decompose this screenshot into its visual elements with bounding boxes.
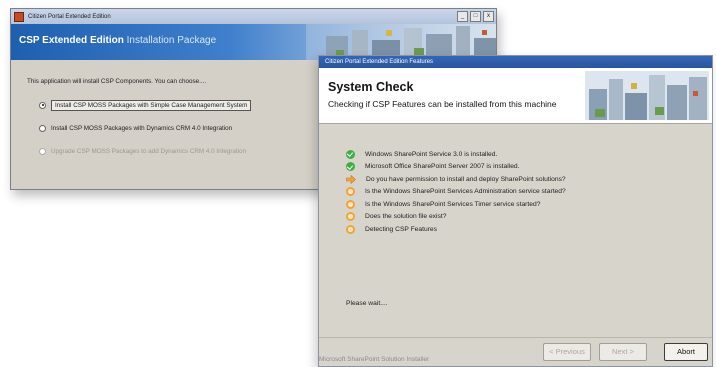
abort-button[interactable]: Abort [664, 343, 708, 361]
features-window: Citizen Portal Extended Edition Features… [318, 55, 713, 367]
list-item: Does the solution file exist? [346, 211, 566, 224]
list-item: Microsoft Office SharePoint Server 2007 … [346, 161, 566, 174]
banner-title-sub: Installation Package [126, 35, 217, 46]
list-item: Is the Windows SharePoint Services Timer… [346, 198, 566, 211]
pending-icon [346, 212, 355, 222]
maximize-button[interactable]: □ [470, 11, 481, 22]
pending-icon [346, 199, 355, 209]
success-check-icon [346, 149, 355, 159]
check-text: Do you have permission to install and de… [366, 175, 566, 183]
radio-button[interactable] [39, 124, 46, 132]
wait-status-text: Please wait.... [346, 300, 388, 307]
system-check-list: Windows SharePoint Service 3.0 is instal… [346, 148, 566, 236]
pending-icon [346, 224, 355, 234]
features-header: System Check Checking if CSP Features ca… [319, 68, 712, 124]
list-item: Detecting CSP Features [346, 223, 566, 236]
next-button[interactable]: Next > [599, 343, 647, 361]
list-item: Do you have permission to install and de… [346, 173, 566, 186]
previous-button[interactable]: < Previous [543, 343, 591, 361]
option-label: Install CSP MOSS Packages with Dynamics … [51, 124, 233, 132]
success-check-icon [346, 162, 355, 172]
minimize-button[interactable]: _ [457, 11, 468, 22]
page-subtitle: Checking if CSP Features can be installe… [328, 99, 557, 109]
list-item: Windows SharePoint Service 3.0 is instal… [346, 148, 566, 161]
check-text: Windows SharePoint Service 3.0 is instal… [365, 150, 498, 158]
list-item: Is the Windows SharePoint Services Admin… [346, 186, 566, 199]
radio-button-disabled [39, 147, 46, 155]
pending-icon [346, 187, 355, 197]
close-button[interactable]: x [483, 11, 494, 22]
check-text: Does the solution file exist? [365, 213, 447, 221]
check-text: Is the Windows SharePoint Services Admin… [365, 188, 566, 196]
footer-brand: Microsoft SharePoint Solution Installer [319, 356, 430, 363]
banner-title: CSP Extended Edition Installation Packag… [19, 35, 216, 46]
installer-title-bar: Citizen Portal Extended Edition _ □ x [11, 9, 496, 24]
installer-window-title: Citizen Portal Extended Edition [28, 13, 111, 20]
city-illustration [585, 71, 709, 120]
banner-title-bold: CSP Extended Edition [19, 35, 124, 46]
page-title: System Check [328, 80, 414, 94]
check-text: Detecting CSP Features [365, 225, 437, 233]
check-text: Is the Windows SharePoint Services Timer… [365, 200, 541, 208]
radio-button-selected[interactable] [39, 101, 46, 109]
option-label: Install CSP MOSS Packages with Simple Ca… [51, 99, 252, 111]
arrow-right-icon [346, 174, 356, 184]
check-text: Microsoft Office SharePoint Server 2007 … [365, 163, 520, 171]
features-window-title: Citizen Portal Extended Edition Features [319, 56, 712, 68]
option-label: Upgrade CSP MOSS Packages to add Dynamic… [51, 147, 247, 155]
features-footer: Microsoft SharePoint Solution Installer … [319, 337, 712, 366]
app-icon [14, 11, 24, 22]
